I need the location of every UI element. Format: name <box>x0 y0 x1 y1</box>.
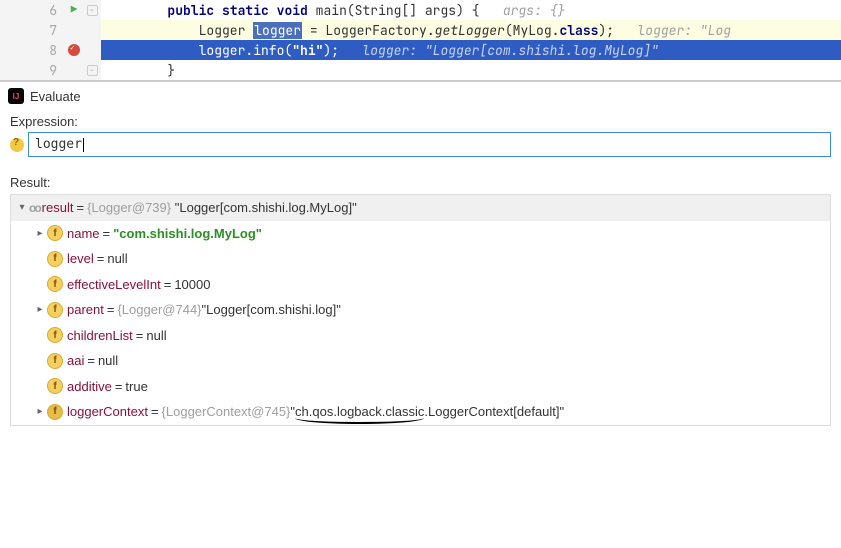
field-value: "ch.qos.logback.classic.LoggerContext[de… <box>290 402 564 422</box>
object-icon: oo <box>29 199 40 217</box>
field-row[interactable]: feffectiveLevelInt=10000 <box>11 272 830 298</box>
intellij-icon: IJ <box>8 88 24 104</box>
result-root-row[interactable]: oo result = {Logger@739} "Logger[com.shi… <box>11 195 830 221</box>
gutter-empty <box>83 20 101 40</box>
gutter-empty <box>65 60 83 80</box>
field-value: null <box>107 249 127 269</box>
code-line-6[interactable]: 6 ▶ − public static void main(String[] a… <box>0 0 841 20</box>
field-value: null <box>146 326 166 346</box>
field-value: null <box>98 351 118 371</box>
field-name: parent <box>67 300 104 320</box>
code-line-7[interactable]: 7 Logger logger = LoggerFactory.getLogge… <box>0 20 841 40</box>
result-type: {Logger@739} <box>87 198 171 218</box>
evaluate-header: IJ Evaluate <box>0 82 841 110</box>
code-line-9[interactable]: 9 − } <box>0 60 841 80</box>
field-name: effectiveLevelInt <box>67 275 161 295</box>
field-badge-icon: f <box>47 225 63 241</box>
field-row[interactable]: fparent={Logger@744} "Logger[com.shishi.… <box>11 297 830 323</box>
field-name: childrenList <box>67 326 133 346</box>
field-badge-icon: f <box>47 302 63 318</box>
selected-token: logger <box>253 22 302 39</box>
breakpoint-icon[interactable] <box>65 40 83 60</box>
field-value: "Logger[com.shishi.log]" <box>202 300 341 320</box>
field-badge-icon: f <box>47 404 63 420</box>
field-name: name <box>67 224 100 244</box>
field-type: {LoggerContext@745} <box>162 402 291 422</box>
code-content[interactable]: public static void main(String[] args) {… <box>101 2 841 19</box>
chevron-right-icon[interactable] <box>33 404 47 419</box>
field-row[interactable]: flevel=null <box>11 246 830 272</box>
field-badge-icon: f <box>47 327 63 343</box>
line-number: 9 <box>0 60 65 80</box>
expression-label: Expression: <box>10 114 831 129</box>
code-line-8-current[interactable]: 8 logger.info("hi"); logger: "Logger[com… <box>0 40 841 60</box>
chevron-right-icon[interactable] <box>33 226 47 241</box>
field-name: aai <box>67 351 84 371</box>
code-content[interactable]: } <box>101 62 841 79</box>
field-row[interactable]: fadditive=true <box>11 374 830 400</box>
line-number: 6 <box>0 0 65 20</box>
gutter-empty <box>83 40 101 60</box>
evaluate-panel: IJ Evaluate Expression: logger Result: o… <box>0 81 841 432</box>
fold-close-icon[interactable]: − <box>83 60 101 80</box>
code-content[interactable]: logger.info("hi"); logger: "Logger[com.s… <box>101 42 841 59</box>
result-value: "Logger[com.shishi.log.MyLog]" <box>175 198 357 218</box>
field-badge-icon: f <box>47 353 63 369</box>
gutter-empty <box>65 20 83 40</box>
result-name: result <box>42 198 74 218</box>
chevron-down-icon[interactable] <box>15 200 29 215</box>
fold-icon[interactable]: − <box>83 0 101 20</box>
expression-input[interactable]: logger <box>28 132 831 157</box>
field-value: "com.shishi.log.MyLog" <box>113 224 262 244</box>
line-number: 7 <box>0 20 65 40</box>
field-badge-icon: f <box>47 378 63 394</box>
run-gutter-icon[interactable]: ▶ <box>65 0 83 20</box>
field-type: {Logger@744} <box>117 300 201 320</box>
chevron-right-icon[interactable] <box>33 302 47 317</box>
code-content[interactable]: Logger logger = LoggerFactory.getLogger(… <box>101 22 841 39</box>
field-value: true <box>125 377 147 397</box>
field-name: additive <box>67 377 112 397</box>
line-number: 8 <box>0 40 65 60</box>
result-label: Result: <box>10 175 831 190</box>
field-row[interactable]: fchildrenList=null <box>11 323 830 349</box>
field-name: loggerContext <box>67 402 148 422</box>
field-badge-icon: f <box>47 276 63 292</box>
field-row[interactable]: floggerContext={LoggerContext@745} "ch.q… <box>11 399 830 425</box>
field-value: 10000 <box>174 275 210 295</box>
field-row[interactable]: faai=null <box>11 348 830 374</box>
result-tree[interactable]: oo result = {Logger@739} "Logger[com.shi… <box>10 194 831 426</box>
code-editor: 6 ▶ − public static void main(String[] a… <box>0 0 841 81</box>
evaluate-title: Evaluate <box>30 89 81 104</box>
field-name: level <box>67 249 94 269</box>
field-badge-icon: f <box>47 251 63 267</box>
field-row[interactable]: fname="com.shishi.log.MyLog" <box>11 221 830 247</box>
bulb-icon[interactable] <box>10 138 24 152</box>
